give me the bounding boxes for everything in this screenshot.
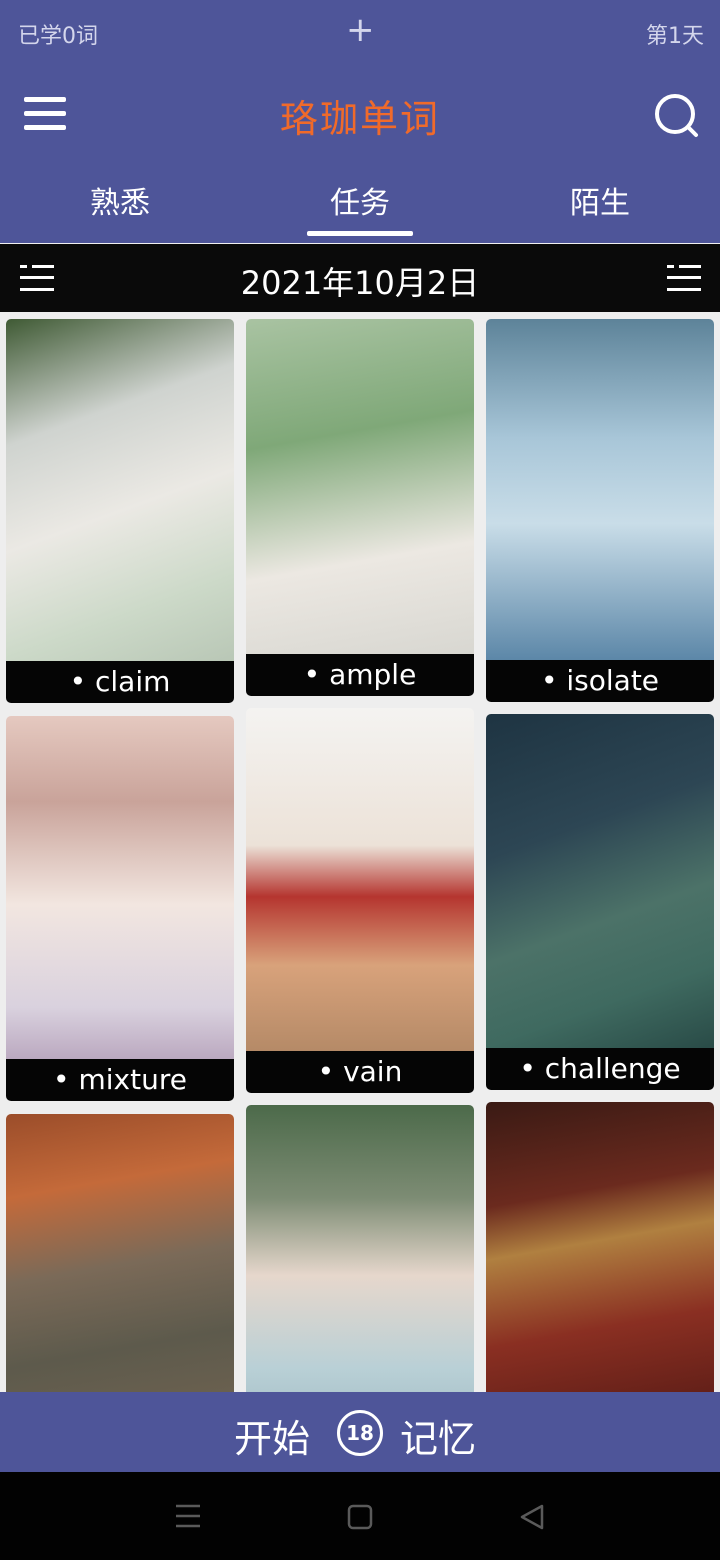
card-photo [246, 319, 474, 654]
start-label: 开始 [234, 1417, 311, 1461]
card-photo [246, 1105, 474, 1392]
card-word: • ample [246, 654, 474, 696]
word-card[interactable] [486, 1102, 714, 1392]
system-navigation-bar [0, 1472, 720, 1560]
word-card[interactable]: • isolate [486, 319, 714, 702]
app-header: 已学0词 + 第1天 珞珈单词 熟悉 任务 陌生 [0, 0, 720, 243]
card-word: • claim [6, 661, 234, 703]
card-word: • isolate [486, 660, 714, 702]
day-counter: 第1天 [646, 24, 704, 49]
card-photo [246, 708, 474, 1051]
tab-unfamiliar[interactable]: 陌生 [500, 178, 700, 228]
list-icon[interactable] [667, 263, 701, 293]
word-card[interactable]: • claim [6, 319, 234, 703]
menu-icon[interactable] [174, 1502, 202, 1530]
active-tab-indicator [307, 231, 413, 236]
date-bar: 2021年10月2日 [0, 244, 720, 312]
tab-familiar[interactable]: 熟悉 [20, 178, 220, 228]
back-triangle-icon[interactable] [518, 1503, 546, 1531]
card-photo [486, 1102, 714, 1392]
app-title: 珞珈单词 [279, 97, 440, 141]
card-photo [486, 714, 714, 1048]
word-card[interactable] [246, 1105, 474, 1392]
square-icon[interactable] [347, 1504, 373, 1530]
start-memory-bar[interactable]: 开始 18 记忆 [0, 1392, 720, 1472]
word-card[interactable]: • challenge [486, 714, 714, 1090]
word-card[interactable]: • ample [246, 319, 474, 696]
card-word: • vain [246, 1051, 474, 1093]
search-icon [655, 94, 698, 137]
card-photo [486, 319, 714, 660]
menu-icon [24, 111, 66, 116]
word-card[interactable]: • vain [246, 708, 474, 1093]
card-word: • mixture [6, 1059, 234, 1101]
date-label: 2021年10月2日 [240, 264, 480, 302]
menu-button[interactable] [22, 94, 68, 134]
card-photo [6, 319, 234, 661]
word-count-badge: 18 [337, 1410, 383, 1456]
memory-label: 记忆 [400, 1417, 477, 1461]
add-button[interactable]: + [346, 10, 375, 50]
card-photo [6, 716, 234, 1059]
tab-task[interactable]: 任务 [260, 178, 460, 228]
search-button[interactable] [648, 88, 704, 144]
list-icon[interactable] [20, 263, 54, 293]
word-card-grid: • claim • ample • isolate • mixture • va… [0, 312, 720, 1392]
card-photo [6, 1114, 234, 1392]
menu-icon [24, 97, 66, 102]
word-card[interactable] [6, 1114, 234, 1392]
menu-icon [24, 125, 66, 130]
learned-count: 已学0词 [18, 24, 98, 49]
card-word: • challenge [486, 1048, 714, 1090]
word-card[interactable]: • mixture [6, 716, 234, 1101]
